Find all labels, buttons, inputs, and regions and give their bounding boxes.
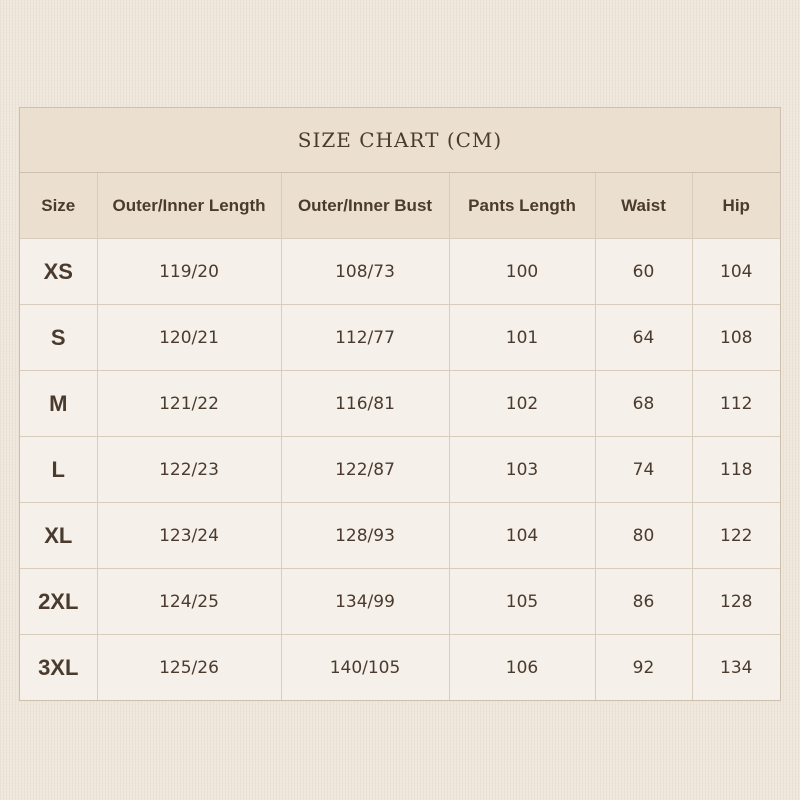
bust-cell: 122/87 [281,436,450,503]
bust-cell: 128/93 [281,502,450,569]
size-cell: XS [20,238,98,305]
size-table: Size Outer/Inner Length Outer/Inner Bust… [20,173,780,700]
size-cell: L [20,436,98,503]
size-cell: 3XL [20,634,98,700]
pants-length-cell: 104 [449,502,596,569]
pants-length-cell: 105 [449,568,596,635]
hip-cell: 108 [692,304,780,371]
table-row: XL 123/24 128/93 104 80 122 [20,502,780,569]
waist-cell: 80 [595,502,693,569]
waist-cell: 60 [595,238,693,305]
table-row: M 121/22 116/81 102 68 112 [20,370,780,437]
length-cell: 123/24 [97,502,282,569]
waist-cell: 64 [595,304,693,371]
waist-cell: 92 [595,634,693,700]
length-cell: 125/26 [97,634,282,700]
pants-length-cell: 101 [449,304,596,371]
hip-cell: 112 [692,370,780,437]
size-cell: XL [20,502,98,569]
table-row: 3XL 125/26 140/105 106 92 134 [20,634,780,700]
waist-cell: 86 [595,568,693,635]
waist-cell: 68 [595,370,693,437]
header-outer-inner-bust: Outer/Inner Bust [281,173,450,239]
bust-cell: 116/81 [281,370,450,437]
length-cell: 122/23 [97,436,282,503]
bust-cell: 112/77 [281,304,450,371]
hip-cell: 128 [692,568,780,635]
header-pants-length: Pants Length [449,173,596,239]
waist-cell: 74 [595,436,693,503]
bust-cell: 108/73 [281,238,450,305]
pants-length-cell: 103 [449,436,596,503]
header-hip: Hip [692,173,780,239]
size-cell: M [20,370,98,437]
bust-cell: 134/99 [281,568,450,635]
length-cell: 119/20 [97,238,282,305]
pants-length-cell: 102 [449,370,596,437]
header-row: Size Outer/Inner Length Outer/Inner Bust… [20,173,780,239]
hip-cell: 122 [692,502,780,569]
chart-title: SIZE CHART (CM) [20,108,780,173]
length-cell: 121/22 [97,370,282,437]
header-outer-inner-length: Outer/Inner Length [97,173,282,239]
size-cell: 2XL [20,568,98,635]
pants-length-cell: 100 [449,238,596,305]
hip-cell: 118 [692,436,780,503]
header-size: Size [20,173,98,239]
table-row: 2XL 124/25 134/99 105 86 128 [20,568,780,635]
size-chart: SIZE CHART (CM) Size Outer/Inner Length … [19,107,781,701]
hip-cell: 104 [692,238,780,305]
header-waist: Waist [595,173,693,239]
table-row: L 122/23 122/87 103 74 118 [20,436,780,503]
pants-length-cell: 106 [449,634,596,700]
length-cell: 124/25 [97,568,282,635]
hip-cell: 134 [692,634,780,700]
table-row: S 120/21 112/77 101 64 108 [20,304,780,371]
size-cell: S [20,304,98,371]
bust-cell: 140/105 [281,634,450,700]
table-row: XS 119/20 108/73 100 60 104 [20,238,780,305]
length-cell: 120/21 [97,304,282,371]
